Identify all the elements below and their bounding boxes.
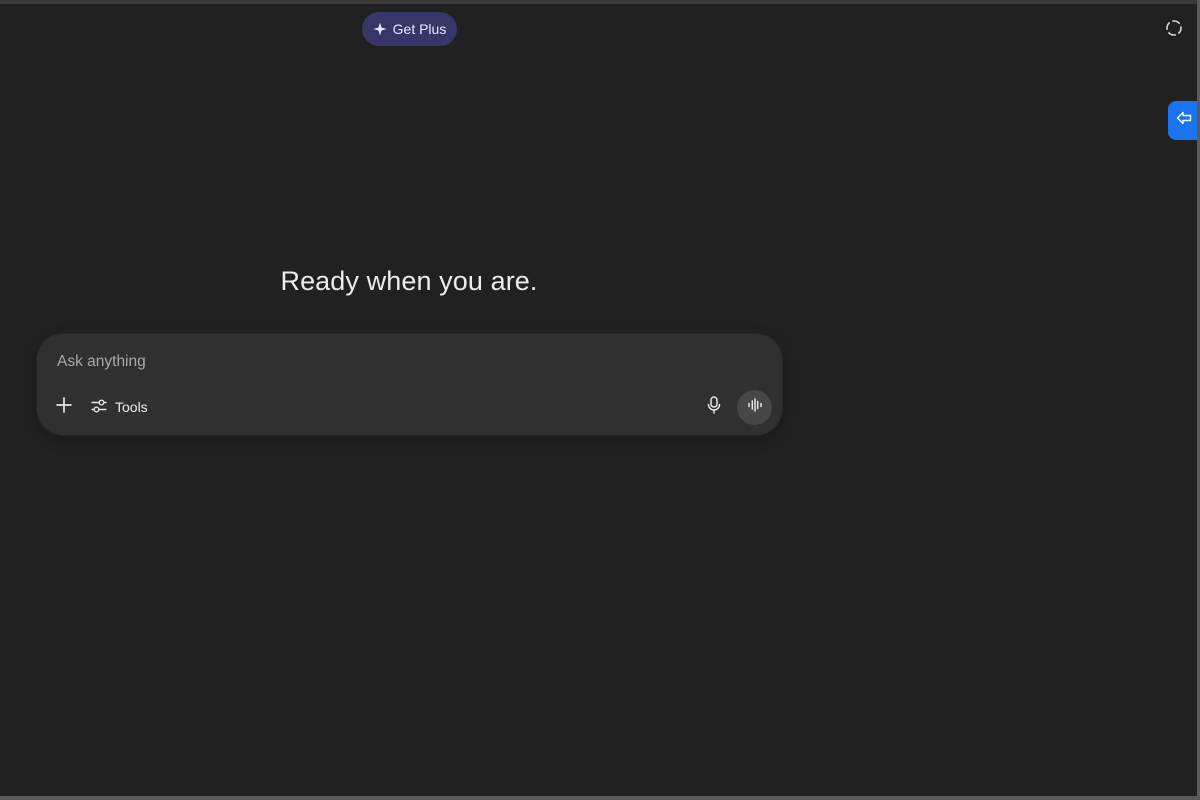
waveform-icon (747, 398, 763, 417)
message-composer: Tools (37, 334, 782, 435)
tools-label: Tools (115, 399, 148, 415)
get-plus-button[interactable]: Get Plus (362, 12, 457, 46)
prompt-input[interactable] (57, 350, 717, 374)
voice-mode-button[interactable] (737, 390, 772, 425)
get-plus-label: Get Plus (392, 21, 447, 37)
sparkle-icon (373, 22, 387, 36)
sliders-icon (91, 398, 107, 417)
dashed-circle-icon (1165, 19, 1183, 42)
dictate-button[interactable] (701, 394, 727, 420)
tools-button[interactable]: Tools (87, 394, 152, 420)
arrow-left-icon (1176, 111, 1192, 130)
page-headline: Ready when you are. (280, 266, 538, 296)
add-attachment-button[interactable] (51, 394, 77, 420)
plus-icon (56, 396, 72, 418)
window-bottom-border (0, 796, 1200, 800)
chat-app: Get Plus Ready when you are. Ask anythin… (0, 4, 1197, 796)
side-panel-tab[interactable] (1168, 101, 1197, 140)
temporary-chat-button[interactable] (1163, 19, 1185, 41)
microphone-icon (707, 395, 721, 419)
